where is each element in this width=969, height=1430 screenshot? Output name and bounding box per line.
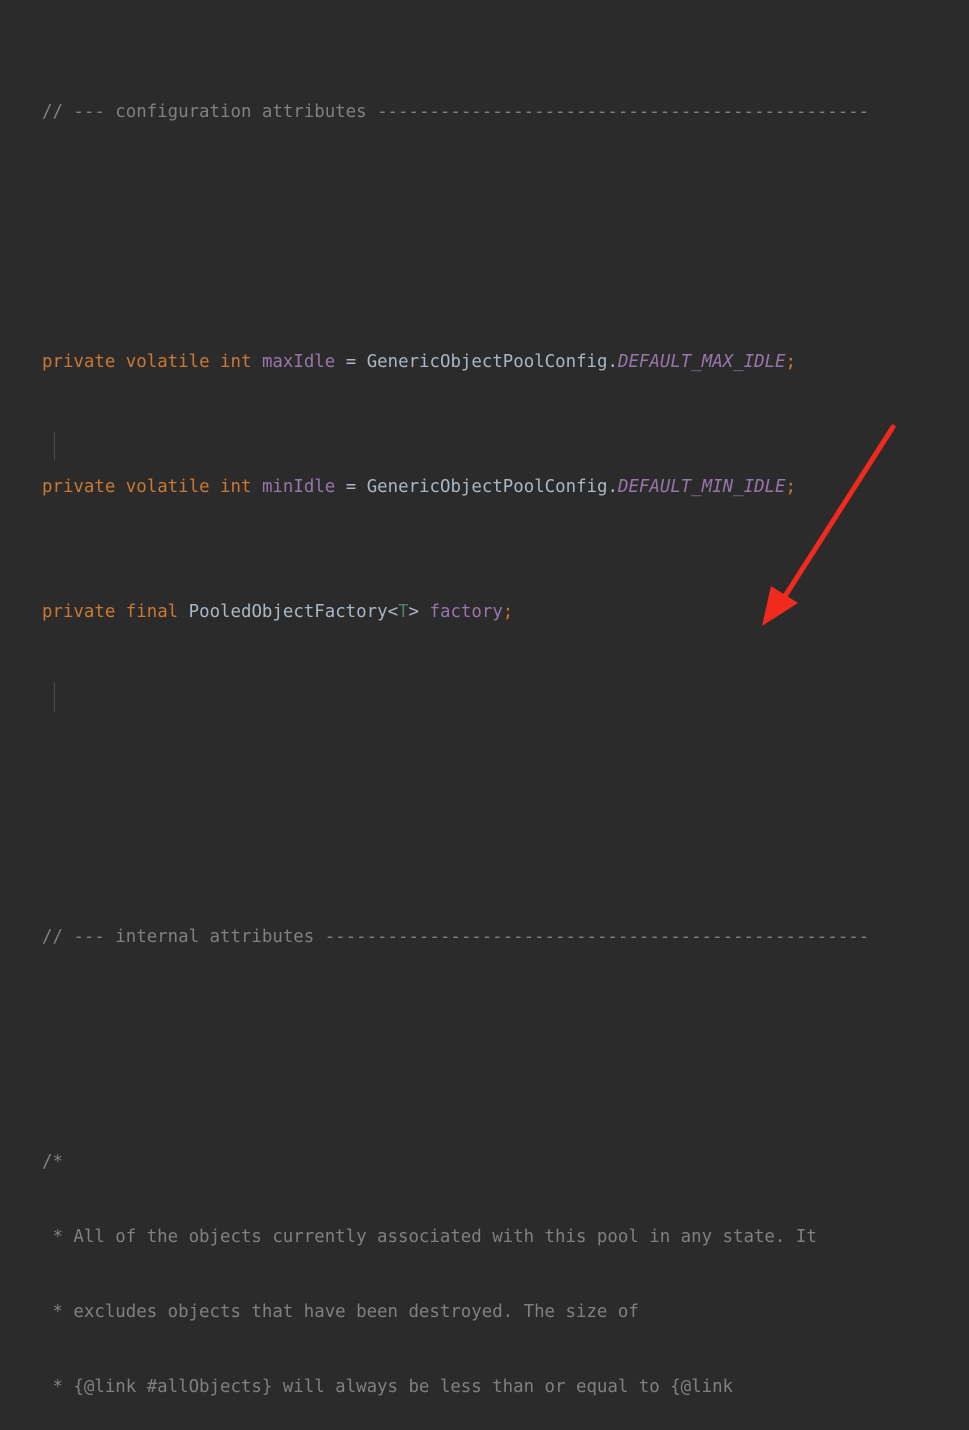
javadoc-line: * {@link #allObjects} will always be les… <box>42 1377 734 1397</box>
code-line-factory[interactable]: private final PooledObjectFactory<T> fac… <box>0 600 969 625</box>
punct-generic-close: > <box>408 602 420 622</box>
comment-text: --- internal attributes <box>73 927 325 947</box>
keyword-private: private <box>42 477 116 497</box>
keyword-volatile: volatile <box>125 477 210 497</box>
type-param-t: T <box>398 602 409 622</box>
keyword-int: int <box>220 352 252 372</box>
javadoc-line: * excludes objects that have been destro… <box>42 1302 639 1322</box>
punct-dot: . <box>607 352 618 372</box>
comment-text: --- configuration attributes <box>73 102 378 122</box>
static-const-default-min-idle[interactable]: DEFAULT_MIN_IDLE <box>618 477 786 497</box>
keyword-final: final <box>125 602 179 622</box>
operator-equals: = <box>345 352 357 372</box>
code-line-comment-internal[interactable]: // --- internal attributes -------------… <box>0 925 969 950</box>
punct-semicolon: ; <box>785 352 796 372</box>
comment-divider: ----------------------------------------… <box>324 927 870 947</box>
comment-divider: ----------------------------------------… <box>377 102 870 122</box>
class-genericobjectpoolconfig[interactable]: GenericObjectPoolConfig <box>367 477 608 497</box>
javadoc-line: * All of the objects currently associate… <box>42 1227 817 1247</box>
punct-generic-open: < <box>387 602 399 622</box>
comment-slashes: // <box>42 927 74 947</box>
field-factory[interactable]: factory <box>430 602 503 622</box>
javadoc-line: /* <box>42 1152 63 1172</box>
keyword-int: int <box>220 477 252 497</box>
code-line-comment-config[interactable]: // --- configuration attributes --------… <box>0 100 969 125</box>
keyword-volatile: volatile <box>125 352 210 372</box>
code-line-minidle[interactable]: private volatile int minIdle = GenericOb… <box>0 475 969 500</box>
class-genericobjectpoolconfig[interactable]: GenericObjectPoolConfig <box>367 352 608 372</box>
code-content[interactable]: // --- configuration attributes --------… <box>0 0 969 1430</box>
operator-equals: = <box>345 477 357 497</box>
punct-dot: . <box>607 477 618 497</box>
keyword-private: private <box>42 602 116 622</box>
field-minidle[interactable]: minIdle <box>262 477 335 497</box>
comment-slashes: // <box>42 102 74 122</box>
field-maxidle[interactable]: maxIdle <box>262 352 335 372</box>
punct-semicolon: ; <box>502 602 514 622</box>
punct-semicolon: ; <box>785 477 796 497</box>
code-editor-viewport[interactable]: // --- configuration attributes --------… <box>0 0 969 1397</box>
class-pooledobjectfactory[interactable]: PooledObjectFactory <box>189 602 388 622</box>
keyword-private: private <box>42 352 116 372</box>
code-line-maxidle[interactable]: private volatile int maxIdle = GenericOb… <box>0 350 969 375</box>
static-const-default-max-idle[interactable]: DEFAULT_MAX_IDLE <box>618 352 786 372</box>
